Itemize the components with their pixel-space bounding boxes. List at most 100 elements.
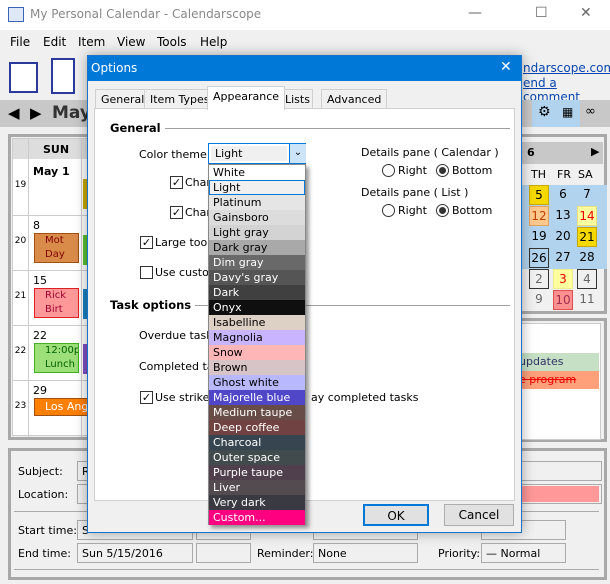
mini-calendar-day[interactable]: 12: [529, 206, 549, 226]
theme-option[interactable]: Onyx: [209, 300, 305, 315]
mini-calendar-day[interactable]: 5: [529, 185, 549, 205]
theme-option[interactable]: Snow: [209, 345, 305, 360]
reminder-field[interactable]: None: [313, 543, 418, 563]
menu-help[interactable]: Help: [200, 35, 227, 49]
theme-option[interactable]: Light gray: [209, 225, 305, 240]
prev-arrow-icon[interactable]: ◀: [8, 104, 20, 122]
theme-option[interactable]: Liver: [209, 480, 305, 495]
theme-option[interactable]: Isabelline: [209, 315, 305, 330]
theme-option[interactable]: Purple taupe: [209, 465, 305, 480]
mini-calendar-day[interactable]: 10: [553, 290, 573, 310]
tab-item-types[interactable]: Item Types: [144, 89, 216, 109]
mini-calendar-day[interactable]: 6: [553, 185, 573, 205]
tab-appearance[interactable]: Appearance: [207, 86, 286, 110]
theme-option[interactable]: Custom...: [209, 510, 305, 525]
radio-calendar-bottom[interactable]: [436, 164, 449, 177]
checkbox-strikethrough[interactable]: ✓: [140, 391, 153, 404]
mini-calendar-day[interactable]: 3: [553, 269, 573, 289]
day-number[interactable]: 29: [33, 384, 47, 397]
color-theme-dropdown[interactable]: Light ⌄: [208, 143, 306, 164]
mini-calendar-day[interactable]: 2: [529, 269, 549, 289]
menu-edit[interactable]: Edit: [43, 35, 66, 49]
mini-calendar-day[interactable]: 13: [553, 206, 573, 226]
menu-tools[interactable]: Tools: [157, 35, 187, 49]
theme-option[interactable]: Charcoal: [209, 435, 305, 450]
theme-option[interactable]: Outer space: [209, 450, 305, 465]
event-lunch[interactable]: 12:00piLunch: [34, 343, 79, 373]
theme-option[interactable]: Dark: [209, 285, 305, 300]
mini-calendar-day[interactable]: 28: [577, 248, 597, 268]
menu-view[interactable]: View: [117, 35, 145, 49]
day-number[interactable]: 22: [33, 329, 47, 342]
mini-calendar-day[interactable]: 21: [577, 227, 597, 247]
mini-calendar-day[interactable]: 9: [529, 290, 549, 310]
website-link[interactable]: ndarscope.com: [523, 61, 610, 75]
checkbox-change-2[interactable]: ✓: [170, 206, 183, 219]
event-los-angeles[interactable]: Los Ange: [34, 398, 94, 416]
end-date-field[interactable]: Sun 5/15/2016: [77, 543, 193, 563]
theme-option[interactable]: Platinum: [209, 195, 305, 210]
checkbox-change-1[interactable]: ✓: [170, 176, 183, 189]
mini-calendar-day[interactable]: 20: [553, 227, 573, 247]
tab-general[interactable]: General: [95, 89, 151, 109]
menu-item[interactable]: Item: [78, 35, 105, 49]
details-pane-list-label: Details pane ( List ): [361, 186, 469, 199]
radio-list-right[interactable]: [382, 204, 395, 217]
day-number[interactable]: May 1: [33, 165, 70, 178]
new-item-icon[interactable]: [9, 62, 38, 93]
theme-option[interactable]: Deep coffee: [209, 420, 305, 435]
binoculars-icon[interactable]: ∞: [585, 104, 596, 119]
mini-calendar-day[interactable]: 11: [577, 290, 597, 310]
theme-option[interactable]: Majorelle blue: [209, 390, 305, 405]
mini-calendar-day[interactable]: 27: [553, 248, 573, 268]
mini-calendar-title: 6: [527, 146, 535, 159]
task-item[interactable]: updates: [515, 353, 599, 371]
theme-option[interactable]: Brown: [209, 360, 305, 375]
month-title: May: [52, 103, 91, 123]
close-button[interactable]: ✕: [580, 5, 592, 21]
menu-file[interactable]: File: [10, 35, 30, 49]
theme-option[interactable]: Magnolia: [209, 330, 305, 345]
radio-calendar-right[interactable]: [382, 164, 395, 177]
cancel-button[interactable]: Cancel: [444, 504, 514, 526]
mini-next-icon[interactable]: ▶: [591, 145, 599, 158]
event-mothers-day[interactable]: Mot Day: [34, 233, 79, 263]
radio-list-bottom[interactable]: [436, 204, 449, 217]
mini-calendar-day[interactable]: 7: [577, 185, 597, 205]
calendar-view-icon[interactable]: [51, 58, 75, 94]
end-time-field[interactable]: [196, 543, 251, 563]
priority-field[interactable]: — Normal: [481, 543, 566, 563]
gear-icon[interactable]: ⚙: [538, 104, 551, 120]
mini-calendar-day[interactable]: 19: [529, 227, 549, 247]
next-arrow-icon[interactable]: ▶: [30, 104, 42, 122]
checkbox-use-custom[interactable]: [140, 266, 153, 279]
theme-option[interactable]: Dim gray: [209, 255, 305, 270]
location-label: Location:: [18, 488, 69, 501]
mini-calendar-day[interactable]: 26: [529, 248, 549, 268]
theme-option[interactable]: Gainsboro: [209, 210, 305, 225]
theme-option[interactable]: Medium taupe: [209, 405, 305, 420]
chevron-down-icon[interactable]: ⌄: [289, 144, 306, 163]
mini-calendar-day[interactable]: 4: [577, 269, 597, 289]
tab-advanced[interactable]: Advanced: [321, 89, 388, 109]
priority-icon: —: [486, 547, 501, 560]
event-birthday[interactable]: Rick Birt: [34, 288, 79, 318]
task-item-completed[interactable]: e program: [515, 371, 599, 389]
day-number[interactable]: 8: [33, 219, 40, 232]
theme-option[interactable]: Very dark: [209, 495, 305, 510]
theme-option[interactable]: Ghost white: [209, 375, 305, 390]
checkbox-large-toolbar[interactable]: ✓: [140, 236, 153, 249]
dialog-close-icon[interactable]: ✕: [500, 59, 512, 75]
theme-option[interactable]: Light: [209, 180, 305, 195]
theme-option[interactable]: Dark gray: [209, 240, 305, 255]
theme-option[interactable]: Davy's gray: [209, 270, 305, 285]
mini-calendar-day[interactable]: 14: [577, 206, 597, 226]
day-number[interactable]: 15: [33, 274, 47, 287]
minimize-button[interactable]: —: [468, 5, 482, 21]
maximize-button[interactable]: ☐: [535, 5, 548, 21]
color-theme-label: Color theme:: [139, 148, 211, 161]
theme-option[interactable]: White: [209, 165, 305, 180]
ok-button[interactable]: OK: [363, 504, 429, 526]
title-bar: My Personal Calendar - Calendarscope — ☐…: [0, 0, 610, 30]
calendar-icon[interactable]: ▦: [562, 105, 573, 119]
